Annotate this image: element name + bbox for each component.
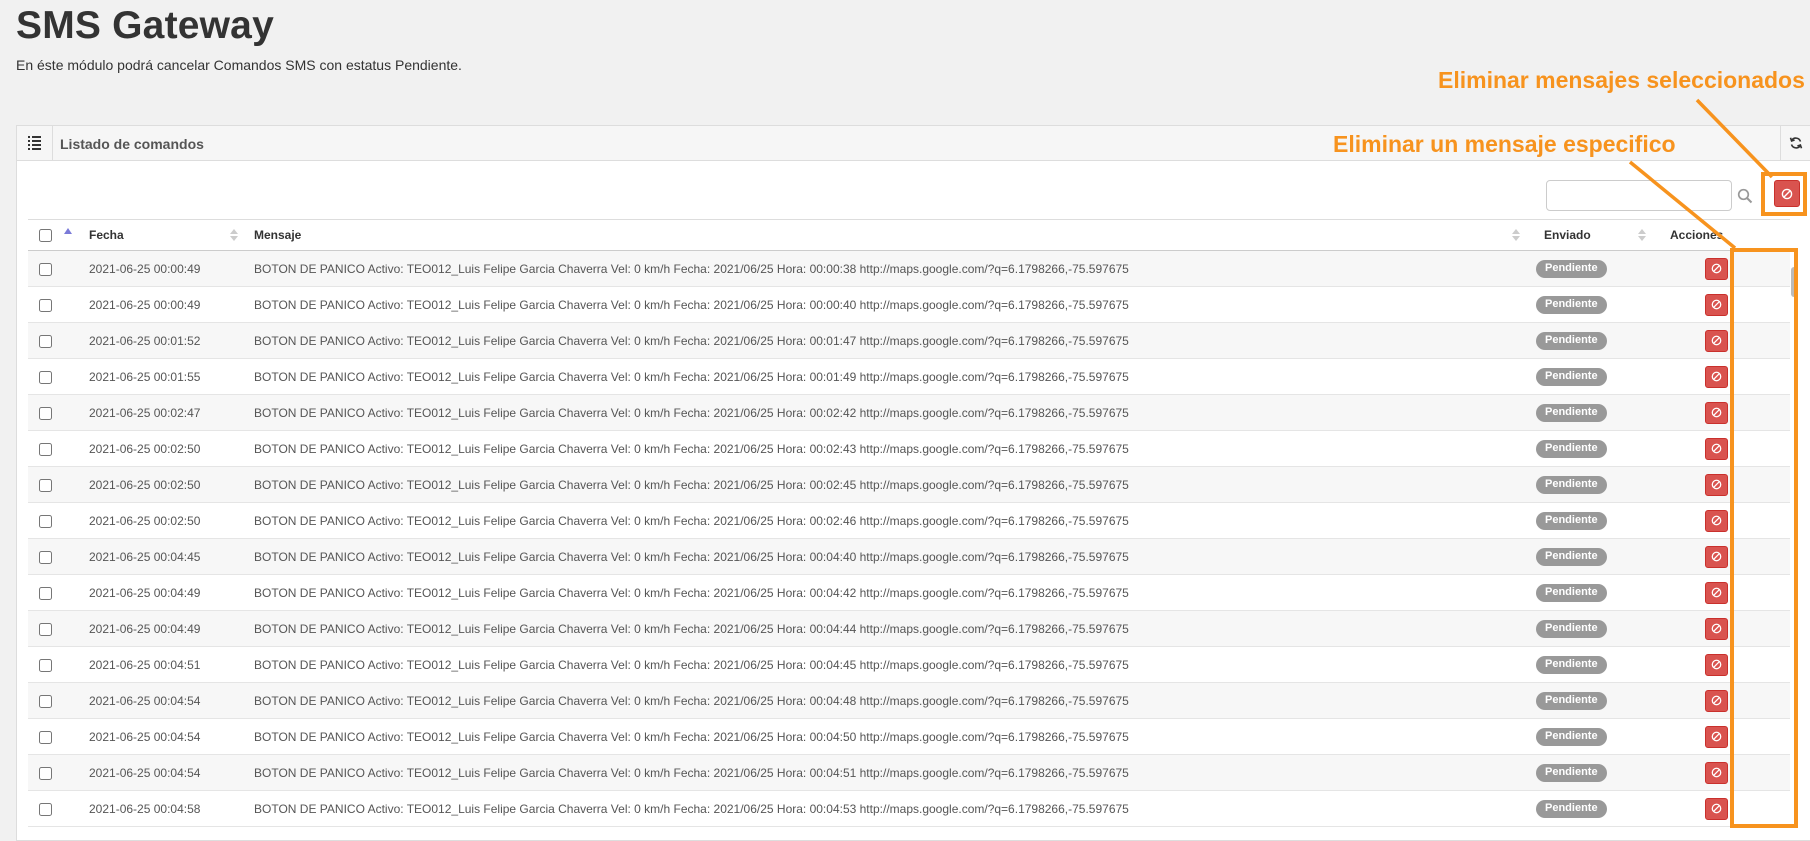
annotation-delete-one: Eliminar un mensaje especifico: [1333, 131, 1676, 157]
annotation-box-delete-selected: [1761, 172, 1807, 216]
annotation-arrows: [1628, 98, 1774, 250]
annotation-box-row-actions: [1730, 248, 1798, 828]
annotation-delete-selected: Eliminar mensajes seleccionados: [1438, 67, 1805, 93]
